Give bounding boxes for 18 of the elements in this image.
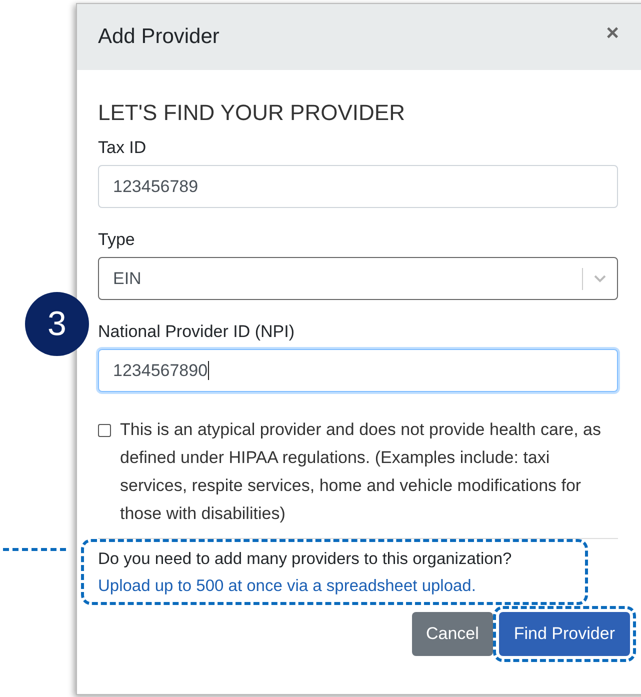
- cancel-button[interactable]: Cancel: [412, 612, 493, 656]
- dialog-title: Add Provider: [98, 25, 220, 49]
- checkbox-label: This is an atypical provider and does not provide health care, as defined under HIPAA regulations. (Examples include: taxi services, respite services, home and vehicle modifications for those with disabilities): [120, 419, 602, 525]
- input-field[interactable]: 1234567890: [98, 349, 618, 392]
- chevron-down-icon: [593, 274, 607, 284]
- leader-line: [0, 548, 66, 551]
- upload-link[interactable]: Upload up to 500 at once via a spreadsheet upload.: [98, 577, 476, 596]
- bulk-question: Do you need to add many providers to this organization?: [98, 550, 513, 569]
- close-button[interactable]: ×: [606, 20, 619, 46]
- field-label: Tax ID: [98, 138, 148, 158]
- select-field[interactable]: EIN: [98, 257, 618, 300]
- checkbox[interactable]: [98, 424, 111, 437]
- field-label: Type: [98, 230, 136, 250]
- field-label: National Provider ID (NPI): [98, 322, 296, 342]
- input-field[interactable]: 123456789: [98, 165, 618, 208]
- section-heading: LET'S FIND YOUR PROVIDER: [98, 100, 406, 126]
- step-badge: 3: [25, 292, 89, 356]
- find-provider-button[interactable]: Find Provider: [498, 612, 630, 656]
